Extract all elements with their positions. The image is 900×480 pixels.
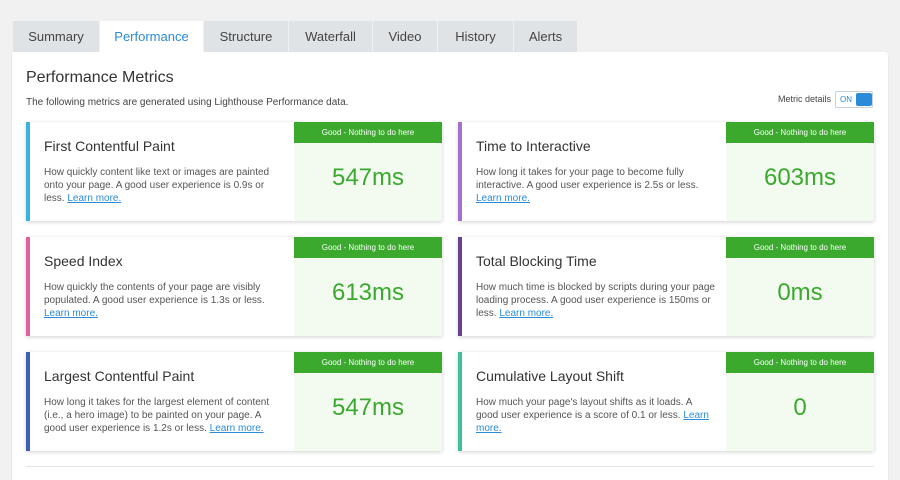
metric-result-area: Good - Nothing to do here 547ms: [294, 352, 442, 451]
page-subtitle: The following metrics are generated usin…: [26, 97, 349, 108]
status-badge: Good - Nothing to do here: [294, 237, 442, 258]
learn-more-link[interactable]: Learn more.: [210, 423, 264, 434]
metric-result-area: Good - Nothing to do here 613ms: [294, 237, 442, 336]
tab-video[interactable]: Video: [373, 21, 437, 52]
tab-waterfall[interactable]: Waterfall: [289, 21, 372, 52]
metric-result-area: Good - Nothing to do here 603ms: [726, 122, 874, 221]
tab-summary[interactable]: Summary: [13, 21, 99, 52]
metric-description: How long it takes for your page to becom…: [476, 166, 716, 205]
learn-more-link[interactable]: Learn more.: [44, 308, 98, 319]
tab-structure[interactable]: Structure: [204, 21, 288, 52]
tab-history[interactable]: History: [438, 21, 513, 52]
metric-value: 613ms: [331, 279, 405, 306]
metric-details-toggle[interactable]: ON: [835, 90, 873, 108]
status-badge: Good - Nothing to do here: [726, 122, 874, 143]
tab-performance[interactable]: Performance: [100, 21, 203, 52]
learn-more-link[interactable]: Learn more.: [67, 193, 121, 204]
metric-result-area: Good - Nothing to do here 0ms: [726, 237, 874, 336]
tab-bar: Summary Performance Structure Waterfall …: [13, 21, 578, 52]
metric-title: Time to Interactive: [476, 138, 591, 154]
metric-result-area: Good - Nothing to do here 0: [726, 352, 874, 451]
page-title: Performance Metrics: [26, 69, 174, 86]
metric-details-control: Metric details ON: [778, 90, 873, 108]
metric-value: 547ms: [331, 164, 405, 191]
metric-description-text: How long it takes for your page to becom…: [476, 167, 699, 191]
metric-description: How much your page's layout shifts as it…: [476, 396, 716, 435]
metric-card-cumulative-layout-shift: Cumulative Layout Shift How much your pa…: [458, 352, 874, 451]
metric-description: How quickly the contents of your page ar…: [44, 281, 284, 320]
metric-value: 603ms: [763, 164, 837, 191]
status-badge: Good - Nothing to do here: [294, 352, 442, 373]
metric-title: Cumulative Layout Shift: [476, 368, 624, 384]
metric-description: How long it takes for the largest elemen…: [44, 396, 284, 435]
metric-description-text: How much your page's layout shifts as it…: [476, 397, 692, 421]
status-badge: Good - Nothing to do here: [726, 352, 874, 373]
metric-description: How much time is blocked by scripts duri…: [476, 281, 716, 320]
metric-card-largest-contentful-paint: Largest Contentful Paint How long it tak…: [26, 352, 442, 451]
status-badge: Good - Nothing to do here: [726, 237, 874, 258]
tab-alerts[interactable]: Alerts: [514, 21, 577, 52]
metric-description-text: How quickly the contents of your page ar…: [44, 282, 265, 306]
metric-title: First Contentful Paint: [44, 138, 175, 154]
metric-title: Speed Index: [44, 253, 123, 269]
metric-card-time-to-interactive: Time to Interactive How long it takes fo…: [458, 122, 874, 221]
learn-more-link[interactable]: Learn more.: [499, 308, 553, 319]
metric-description: How quickly content like text or images …: [44, 166, 284, 205]
metric-result-area: Good - Nothing to do here 547ms: [294, 122, 442, 221]
metric-details-label: Metric details: [777, 94, 831, 104]
metric-title: Largest Contentful Paint: [44, 368, 195, 384]
metric-value: 547ms: [331, 394, 405, 421]
metric-card-first-contentful-paint: First Contentful Paint How quickly conte…: [26, 122, 442, 221]
learn-more-link[interactable]: Learn more.: [476, 193, 530, 204]
status-badge: Good - Nothing to do here: [294, 122, 442, 143]
metric-card-total-blocking-time: Total Blocking Time How much time is blo…: [458, 237, 874, 336]
metric-value: 0: [793, 394, 807, 421]
metric-value: 0ms: [777, 279, 823, 306]
performance-panel: Performance Metrics The following metric…: [12, 52, 888, 480]
toggle-state-label: ON: [840, 94, 852, 104]
toggle-knob[interactable]: [856, 92, 872, 106]
section-divider: [26, 466, 874, 467]
metric-card-speed-index: Speed Index How quickly the contents of …: [26, 237, 442, 336]
metric-title: Total Blocking Time: [476, 253, 597, 269]
